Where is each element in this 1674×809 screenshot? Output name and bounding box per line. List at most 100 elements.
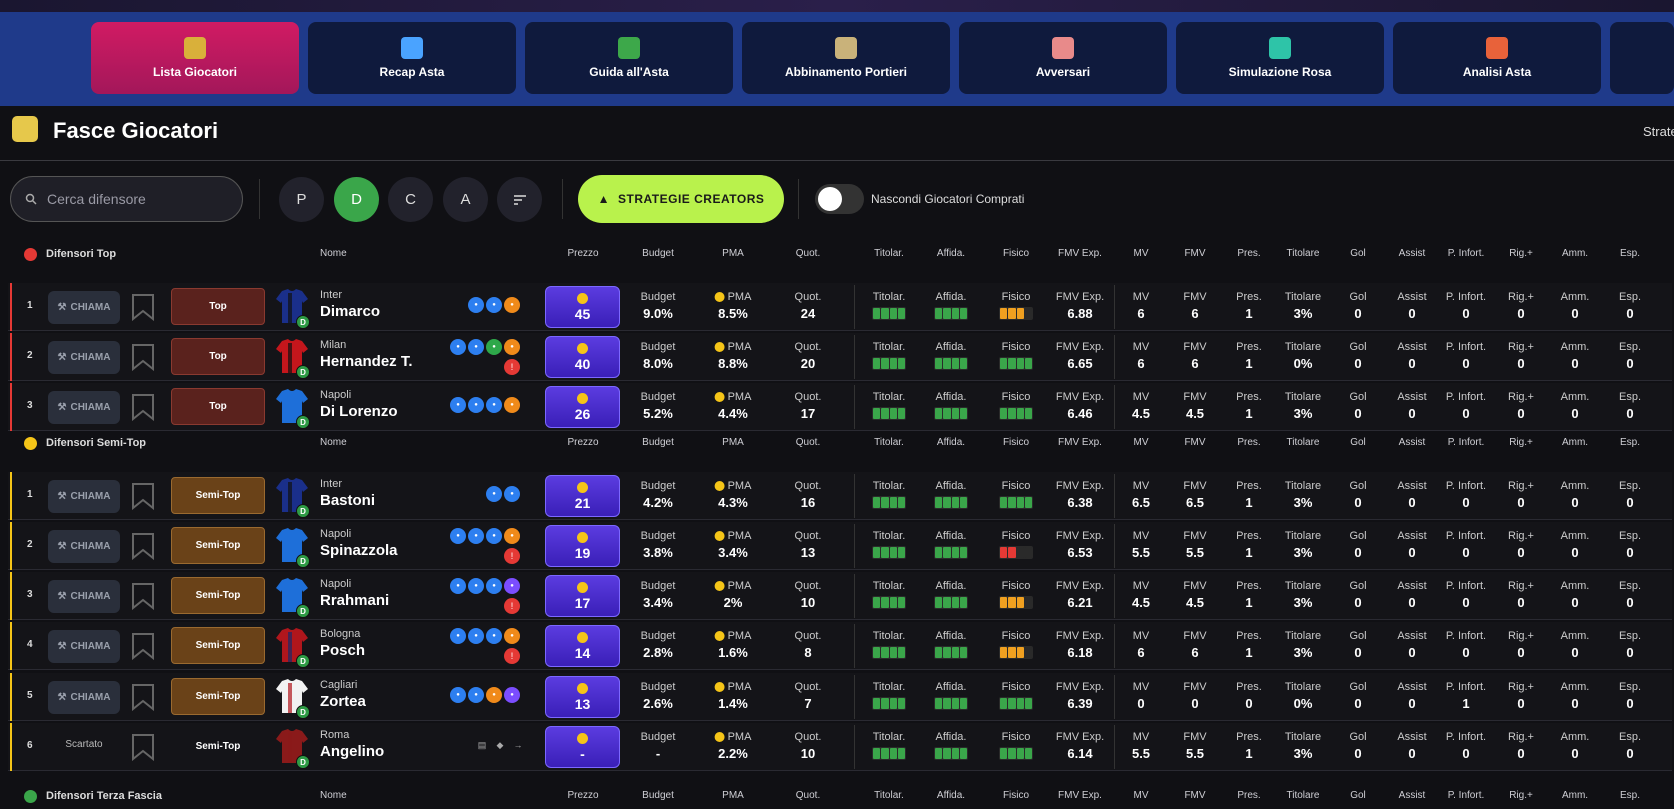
position-filter-p[interactable]: P (279, 177, 324, 222)
meter-segment (1008, 698, 1016, 709)
player-row[interactable]: 3 ⚒ CHIAMA Top D Napoli Di Lorenzo ● ● ● ● 26 Budget… (8, 383, 1672, 431)
bookmark-icon[interactable] (130, 293, 156, 322)
price-box[interactable]: 17 (545, 575, 620, 617)
price-box[interactable]: 21 (545, 475, 620, 517)
price-box[interactable]: 13 (545, 676, 620, 718)
cell-label: Budget (640, 630, 676, 642)
search-input[interactable] (47, 191, 217, 207)
tier-badge[interactable]: Semi-Top (171, 477, 265, 514)
search-box[interactable] (10, 176, 243, 222)
cell-value: 4.5 (1131, 595, 1151, 610)
hide-bought-toggle[interactable] (815, 184, 864, 214)
coin-icon (577, 292, 588, 304)
meter-segment (873, 647, 881, 658)
nav-tab-3[interactable]: Abbinamento Portieri (742, 22, 950, 94)
player-badges: ● ● ● ●! (8, 522, 520, 564)
player-row[interactable]: 3 ⚒ CHIAMA Semi-Top D Napoli Rrahmani ● ● ● ●! 17 Bu… (8, 572, 1672, 620)
player-row[interactable]: 5 ⚒ CHIAMA Semi-Top D Cagliari Zortea ● ● ● ● 13 Bud… (8, 673, 1672, 721)
price-box[interactable]: 40 (545, 336, 620, 378)
player-row[interactable]: 1 ⚒ CHIAMA Top D Inter Dimarco ● ● ● 45 Budget 9.0% P… (8, 283, 1672, 331)
cell-value: 6.21 (1067, 595, 1093, 610)
column-header-titolare: Titolare (1286, 437, 1320, 448)
sort-button[interactable] (497, 177, 542, 222)
cell-label: Quot. (794, 731, 822, 743)
player-row[interactable]: 2 ⚒ CHIAMA Semi-Top D Napoli Spinazzola ● ● ● ●! 19… (8, 522, 1672, 570)
tier-badge[interactable]: Top (171, 388, 265, 425)
nav-tab-1[interactable]: Recap Asta (308, 22, 516, 94)
bookmark-icon[interactable] (130, 482, 156, 511)
rating-meter (999, 697, 1033, 710)
cell-fisico: Fisico (999, 530, 1033, 559)
position-filter-d[interactable]: D (334, 177, 379, 222)
nav-tab-4[interactable]: Avversari (959, 22, 1167, 94)
tier-badge[interactable]: Semi-Top (171, 728, 265, 765)
price-box[interactable]: 26 (545, 386, 620, 428)
price-box[interactable]: 19 (545, 525, 620, 567)
bookmark-icon[interactable] (130, 393, 156, 422)
nav-tab-5[interactable]: Simulazione Rosa (1176, 22, 1384, 94)
cell-mv: MV 6 (1133, 630, 1150, 660)
cell-value: 16 (800, 495, 816, 510)
meter-segment (1008, 358, 1016, 369)
column-header-prezzo: Prezzo (567, 790, 599, 801)
rating-meter (872, 307, 906, 320)
cell-label: FMV (1183, 480, 1207, 492)
team-name: Inter (320, 289, 343, 301)
cell-value: 3.8% (643, 545, 673, 560)
bookmark-icon[interactable] (130, 632, 156, 661)
price-box[interactable]: 14 (545, 625, 620, 667)
tier-badge[interactable]: Semi-Top (171, 627, 265, 664)
price-box[interactable]: 45 (545, 286, 620, 328)
cell-value: 0 (1571, 495, 1579, 510)
bookmark-icon[interactable] (130, 343, 156, 372)
nav-tab-2[interactable]: Guida all'Asta (525, 22, 733, 94)
rating-meter (999, 407, 1033, 420)
meter-segment (935, 408, 943, 419)
position-filter-a[interactable]: A (443, 177, 488, 222)
cell-label: Titolare (1284, 291, 1322, 303)
tier-badge[interactable]: Top (171, 338, 265, 375)
nav-tab-more[interactable] (1610, 22, 1674, 94)
meter-segment (935, 647, 943, 658)
nav-tab-0[interactable]: Lista Giocatori (91, 22, 299, 94)
position-filter-c[interactable]: C (388, 177, 433, 222)
player-row[interactable]: 2 ⚒ CHIAMA Top D Milan Hernandez T. ● ● ● ●! 40 Budg… (8, 333, 1672, 381)
meter-segment (1016, 497, 1024, 508)
bookmark-icon[interactable] (130, 582, 156, 611)
bookmark-icon[interactable] (130, 683, 156, 712)
cell-value: 1 (1245, 306, 1253, 321)
meter-segment (1024, 547, 1032, 558)
cell-rig: Rig.+ 0 (1508, 530, 1534, 560)
player-row[interactable]: 1 ⚒ CHIAMA Semi-Top D Inter Bastoni ● ● 21 Budget 4… (8, 472, 1672, 520)
meter-segment (873, 547, 881, 558)
cell-affida: Affida. (934, 480, 968, 509)
cell-esp: Esp. 0 (1619, 291, 1641, 321)
cell-label: Gol (1349, 681, 1367, 693)
nav-tab-label: Guida all'Asta (589, 65, 669, 79)
tier-badge[interactable]: Top (171, 288, 265, 325)
strategy-link[interactable]: Strate (1643, 124, 1674, 139)
nav-tab-6[interactable]: Analisi Asta (1393, 22, 1601, 94)
cell-value: 0 (1517, 746, 1525, 761)
meter-segment (1008, 597, 1016, 608)
tier-badge[interactable]: Semi-Top (171, 577, 265, 614)
cell-pinfort: P. Infort. 0 (1446, 731, 1486, 761)
player-row[interactable]: 4 ⚒ CHIAMA Semi-Top D Bologna Posch ● ● ● ●! 14 Budg… (8, 622, 1672, 670)
cell-label: Quot. (794, 630, 822, 642)
cell-titolare: Titolare 3% (1285, 291, 1321, 321)
player-row[interactable]: 6 Scartato Semi-Top D Roma Angelino ▤ ◆ → - Budget… (8, 723, 1672, 771)
tier-badge[interactable]: Semi-Top (171, 527, 265, 564)
cell-assist: Assist 0 (1397, 580, 1426, 610)
column-header-pma: PMA (722, 437, 744, 448)
coin-icon (577, 631, 588, 643)
team-name: Roma (320, 729, 350, 741)
bookmark-icon[interactable] (130, 532, 156, 561)
strategie-creators-button[interactable]: ▲ STRATEGIE CREATORS (578, 175, 784, 223)
sort-icon (513, 194, 526, 205)
cell-label: Budget (640, 391, 676, 403)
cell-label: FMV (1183, 530, 1207, 542)
price-box[interactable]: - (545, 726, 620, 768)
bookmark-icon[interactable] (130, 733, 156, 762)
tier-badge[interactable]: Semi-Top (171, 678, 265, 715)
cell-value: 0% (1293, 696, 1313, 711)
